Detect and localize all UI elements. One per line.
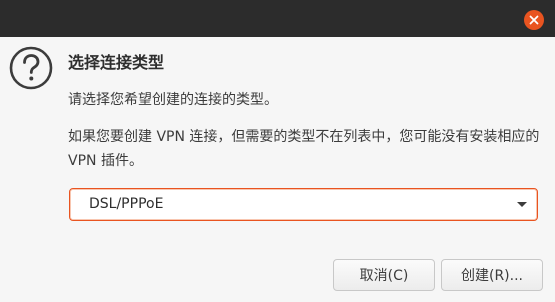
connection-type-value: DSL/PPPoE bbox=[89, 196, 164, 212]
close-icon bbox=[529, 15, 539, 25]
question-icon bbox=[9, 46, 53, 90]
create-button[interactable]: 创建(R)... bbox=[441, 259, 543, 291]
dialog-titlebar bbox=[0, 0, 555, 37]
cancel-button[interactable]: 取消(C) bbox=[333, 259, 435, 291]
dropdown-arrow-icon bbox=[517, 202, 527, 207]
dialog-subtitle: 请选择您希望创建的连接的类型。 bbox=[68, 92, 278, 108]
dialog-title: 选择连接类型 bbox=[68, 53, 165, 72]
dialog-body: 选择连接类型 请选择您希望创建的连接的类型。 如果您要创建 VPN 连接，但需要… bbox=[0, 37, 555, 302]
connection-type-dropdown[interactable]: DSL/PPPoE bbox=[69, 188, 538, 221]
close-button[interactable] bbox=[524, 10, 544, 30]
dialog-message: 如果您要创建 VPN 连接，但需要的类型不在列表中，您可能没有安装相应的 VPN… bbox=[68, 129, 540, 169]
